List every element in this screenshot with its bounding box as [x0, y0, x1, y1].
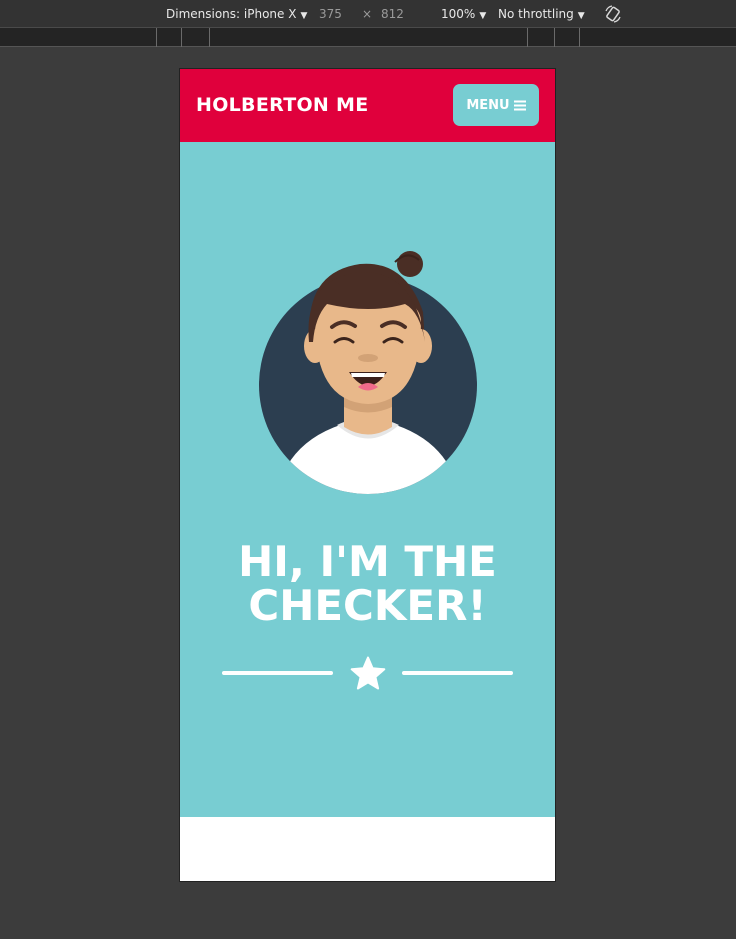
ruler-tick[interactable] [181, 28, 182, 47]
height-input[interactable]: 812 [381, 7, 404, 21]
menu-button-label: MENU [466, 97, 510, 113]
divider-line-right [402, 671, 513, 675]
avatar-icon [259, 251, 477, 494]
zoom-select-label: 100% [441, 7, 476, 21]
device-select-label: Dimensions: iPhone X [166, 7, 297, 21]
site-logo[interactable]: HOLBERTON ME [196, 94, 369, 116]
hero-title-line1: HI, I'M THE [238, 537, 497, 586]
hero-title-line2: CHECKER! [248, 581, 487, 630]
device-select[interactable]: Dimensions: iPhone X ▼ [166, 7, 307, 21]
star-icon [350, 656, 386, 690]
throttling-select-label: No throttling [498, 7, 574, 21]
device-viewport: HOLBERTON ME MENU HI, I'M THE CHECKER! [180, 69, 555, 881]
page-below-hero [180, 817, 555, 881]
ruler-tick[interactable] [579, 28, 580, 47]
zoom-select[interactable]: 100% ▼ [441, 7, 486, 21]
width-input[interactable]: 375 [319, 7, 342, 21]
ruler-tick[interactable] [554, 28, 555, 47]
hero-title: HI, I'M THE CHECKER! [180, 540, 555, 628]
rotate-icon[interactable] [603, 4, 623, 24]
ruler-tick[interactable] [209, 28, 210, 47]
times-symbol: × [362, 7, 373, 21]
chevron-down-icon: ▼ [479, 11, 487, 21]
hamburger-icon [513, 100, 526, 110]
devtools-toolbar: Dimensions: iPhone X ▼ 375 × 812 100% ▼ No… [0, 0, 736, 28]
throttling-select[interactable]: No throttling ▼ [498, 7, 585, 21]
hero-section: HI, I'M THE CHECKER! [180, 142, 555, 817]
menu-button[interactable]: MENU [453, 84, 539, 126]
ruler-tick[interactable] [527, 28, 528, 47]
chevron-down-icon: ▼ [577, 11, 585, 21]
chevron-down-icon: ▼ [300, 11, 308, 21]
media-query-bar [0, 28, 736, 47]
ruler-tick[interactable] [156, 28, 157, 47]
divider-line-left [222, 671, 333, 675]
site-header: HOLBERTON ME MENU [180, 69, 555, 142]
